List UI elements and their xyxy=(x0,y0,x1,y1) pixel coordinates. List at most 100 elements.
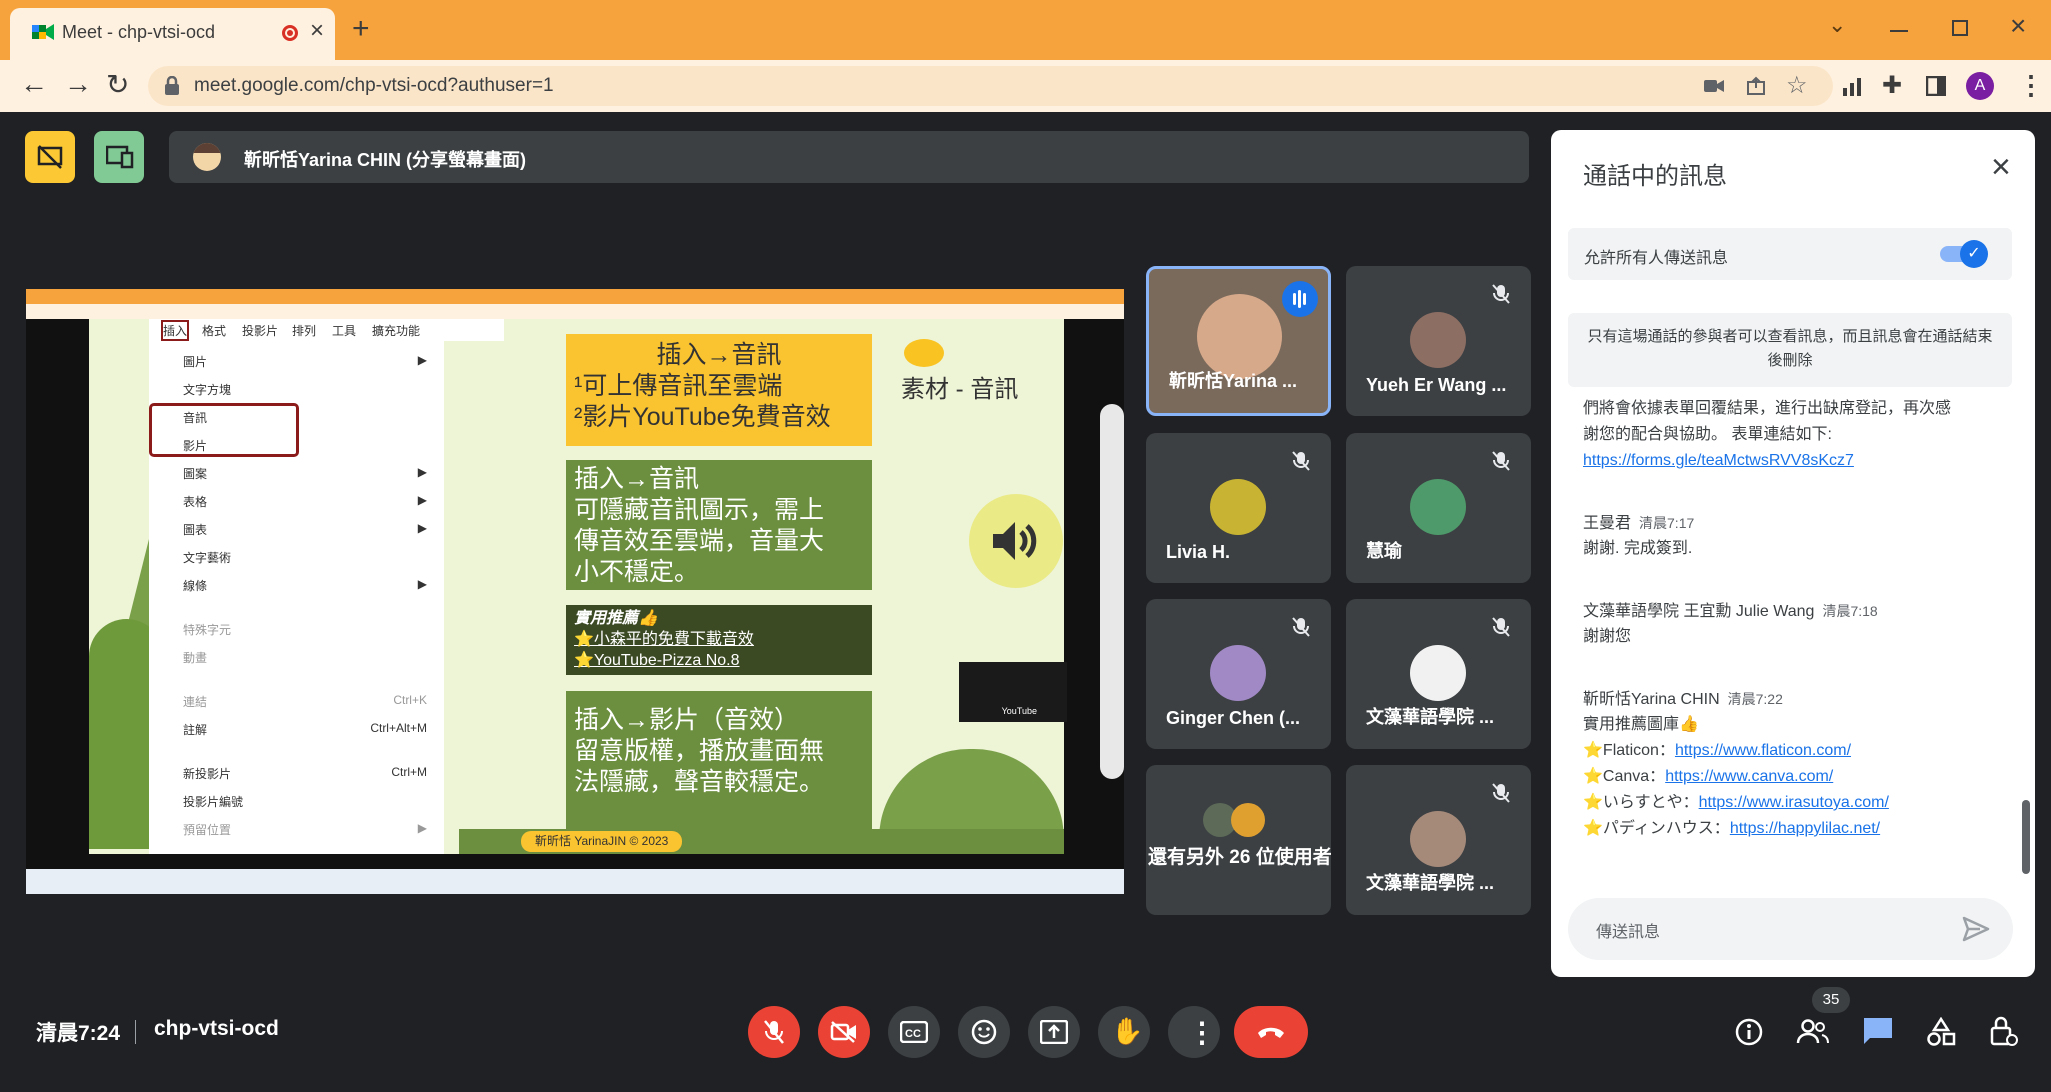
profile-avatar[interactable]: A xyxy=(1966,72,1994,100)
box2-line3: 傳音效至雲端，音量大 xyxy=(574,527,825,555)
inner-tab-strip xyxy=(26,289,1124,304)
menu-item-comment[interactable]: 註解 Ctrl+Alt+M xyxy=(149,721,439,738)
menu-slide[interactable]: 投影片 xyxy=(242,322,278,339)
resource-link[interactable]: https://www.canva.com/ xyxy=(1665,768,1833,785)
menu-item-placeholder[interactable]: 預留位置 ▶ xyxy=(149,821,439,838)
menu-item-link[interactable]: 連結 Ctrl+K xyxy=(149,693,439,710)
participant-tile[interactable]: Yueh Er Wang ... xyxy=(1346,266,1531,416)
meeting-details-icon[interactable] xyxy=(1734,1017,1764,1047)
analytics-extension-icon[interactable] xyxy=(1842,76,1864,96)
send-icon[interactable] xyxy=(1962,916,1990,942)
shared-screen: 插入 格式 投影片 排列 工具 擴充功能 圖片 ▶ 文字方塊 音訊 影片 圖案 ▶ … xyxy=(26,289,1124,894)
box1-line1: ¹可上傳音訊至雲端 xyxy=(574,372,783,400)
more-options-button[interactable]: ⋮ xyxy=(1168,1006,1220,1058)
resource-link[interactable]: https://happylilac.net/ xyxy=(1730,820,1880,837)
resource-link[interactable]: https://www.flaticon.com/ xyxy=(1675,742,1851,759)
layout-toggle-button[interactable] xyxy=(94,131,144,183)
meeting-time: 清晨7:24 xyxy=(36,1022,121,1045)
message-link[interactable]: https://forms.gle/teaMctwsRVV8sKcz7 xyxy=(1583,448,1854,474)
mic-toggle-button[interactable] xyxy=(748,1006,800,1058)
tab-close-icon[interactable]: × xyxy=(310,17,324,45)
host-controls-icon[interactable] xyxy=(1988,1014,2018,1048)
menu-extensions[interactable]: 擴充功能 xyxy=(372,322,420,339)
annotation-toolbar[interactable] xyxy=(1100,404,1124,779)
chat-input[interactable]: 傳送訊息 xyxy=(1568,898,2013,960)
menu-item-textbox[interactable]: 文字方塊 xyxy=(149,381,439,398)
more-vert-icon: ⋮ xyxy=(1188,1017,1216,1048)
menu-arrange[interactable]: 排列 xyxy=(292,322,316,339)
maximize-icon[interactable] xyxy=(1952,20,1968,36)
stop-presenting-button[interactable] xyxy=(25,131,75,183)
box3-line2[interactable]: ⭐YouTube-Pizza No.8 xyxy=(574,650,864,671)
resource-label: ⭐いらすとや： xyxy=(1583,794,1699,811)
minimize-icon[interactable] xyxy=(1890,30,1908,32)
people-icon[interactable] xyxy=(1796,1017,1830,1045)
menu-item-shape[interactable]: 圖案 ▶ xyxy=(149,465,439,482)
reactions-button[interactable] xyxy=(958,1006,1010,1058)
raise-hand-button[interactable]: ✋ xyxy=(1098,1006,1150,1058)
menu-item-chart[interactable]: 圖表 ▶ xyxy=(149,521,439,538)
browser-tab[interactable]: Meet - chp-vtsi-ocd × xyxy=(10,8,335,60)
browser-toolbar: ← → ↻ meet.google.com/chp-vtsi-ocd?authu… xyxy=(0,60,2051,112)
back-icon[interactable]: ← xyxy=(20,68,48,100)
slides-menubar: 插入 格式 投影片 排列 工具 擴充功能 xyxy=(149,319,504,341)
leave-call-button[interactable] xyxy=(1234,1006,1308,1058)
menu-item-slide-number[interactable]: 投影片編號 xyxy=(149,793,439,810)
resource-link[interactable]: https://www.irasutoya.com/ xyxy=(1699,794,1889,811)
present-now-button[interactable] xyxy=(1028,1006,1080,1058)
mic-off-icon xyxy=(1492,451,1510,471)
window-close-icon[interactable]: × xyxy=(2010,10,2026,42)
camera-toggle-button[interactable] xyxy=(818,1006,870,1058)
address-bar[interactable]: meet.google.com/chp-vtsi-ocd?authuser=1 … xyxy=(148,66,1833,106)
hand-icon: ✋ xyxy=(1111,1016,1144,1046)
participant-tile[interactable]: 慧瑜 xyxy=(1346,433,1531,583)
chat-panel: 通話中的訊息 × 允許所有人傳送訊息 ✓ 只有這場通話的參與者可以查看訊息，而且… xyxy=(1551,130,2035,977)
participant-tile-presenter[interactable]: 靳昕恬Yarina ... xyxy=(1146,266,1331,416)
chat-close-icon[interactable]: × xyxy=(1991,148,2011,187)
camera-in-use-icon[interactable] xyxy=(1704,78,1724,94)
activities-icon[interactable] xyxy=(1926,1017,1956,1047)
extensions-puzzle-icon[interactable]: ✚ xyxy=(1882,71,1902,100)
participant-name: 靳昕恬Yarina ... xyxy=(1169,371,1298,391)
captions-icon: CC xyxy=(900,1021,928,1043)
menu-tools[interactable]: 工具 xyxy=(332,322,356,339)
menu-item-table[interactable]: 表格 ▶ xyxy=(149,493,439,510)
message-time: 清晨7:22 xyxy=(1727,691,1783,707)
menu-format[interactable]: 格式 xyxy=(202,322,226,339)
speaker-icon[interactable] xyxy=(969,494,1063,588)
forward-icon[interactable]: → xyxy=(64,68,92,100)
new-tab-icon[interactable]: + xyxy=(352,12,370,46)
participant-tile[interactable]: Livia H. xyxy=(1146,433,1331,583)
side-panel-icon[interactable] xyxy=(1926,76,1946,96)
share-icon[interactable] xyxy=(1746,76,1768,96)
youtube-thumbnail[interactable]: YouTube xyxy=(959,662,1067,722)
box2-line4: 小不穩定。 xyxy=(574,558,700,586)
box3-line1[interactable]: ⭐小森平的免費下載音效 xyxy=(574,629,864,650)
message-text: 實用推薦圖庫👍 xyxy=(1583,716,1699,733)
captions-button[interactable]: CC xyxy=(888,1006,940,1058)
browser-menu-icon[interactable]: ⋮ xyxy=(2018,70,2044,101)
others-tile[interactable]: 還有另外 26 位使用者 xyxy=(1146,765,1331,915)
slide-box-video: 插入→影片（音效） 留意版權，播放畫面無 法隱藏，聲音較穩定。 xyxy=(566,691,872,831)
resource-line: ⭐いらすとや：https://www.irasutoya.com/ xyxy=(1583,790,1889,816)
participant-tile[interactable]: Ginger Chen (... xyxy=(1146,599,1331,749)
menu-insert[interactable]: 插入 xyxy=(160,320,190,341)
menu-item-image[interactable]: 圖片 ▶ xyxy=(149,353,439,370)
box4-line2: 留意版權，播放畫面無 xyxy=(574,737,825,765)
menu-item-line[interactable]: 線條 ▶ xyxy=(149,577,439,594)
participant-name: 慧瑜 xyxy=(1366,541,1402,561)
slide-footer-bar: 靳昕恬 YarinaJIN © 2023 xyxy=(459,829,1064,854)
sender-name: 王曼君 xyxy=(1583,515,1632,532)
participant-tile[interactable]: 文藻華語學院 ... xyxy=(1346,765,1531,915)
chat-scrollbar[interactable] xyxy=(2022,800,2030,874)
chat-icon[interactable] xyxy=(1862,1016,1894,1046)
bookmark-star-icon[interactable]: ☆ xyxy=(1786,71,1808,100)
reload-icon[interactable]: ↻ xyxy=(106,68,129,101)
menu-item-new-slide[interactable]: 新投影片 Ctrl+M xyxy=(149,765,439,782)
highlight-box xyxy=(149,403,299,457)
menu-item-special-chars[interactable]: 特殊字元 xyxy=(149,621,439,638)
tab-search-icon[interactable]: ⌄ xyxy=(1828,12,1846,38)
participant-tile[interactable]: 文藻華語學院 ... xyxy=(1346,599,1531,749)
menu-item-animation[interactable]: 動畫 xyxy=(149,649,439,666)
menu-item-wordart[interactable]: 文字藝術 xyxy=(149,549,439,566)
